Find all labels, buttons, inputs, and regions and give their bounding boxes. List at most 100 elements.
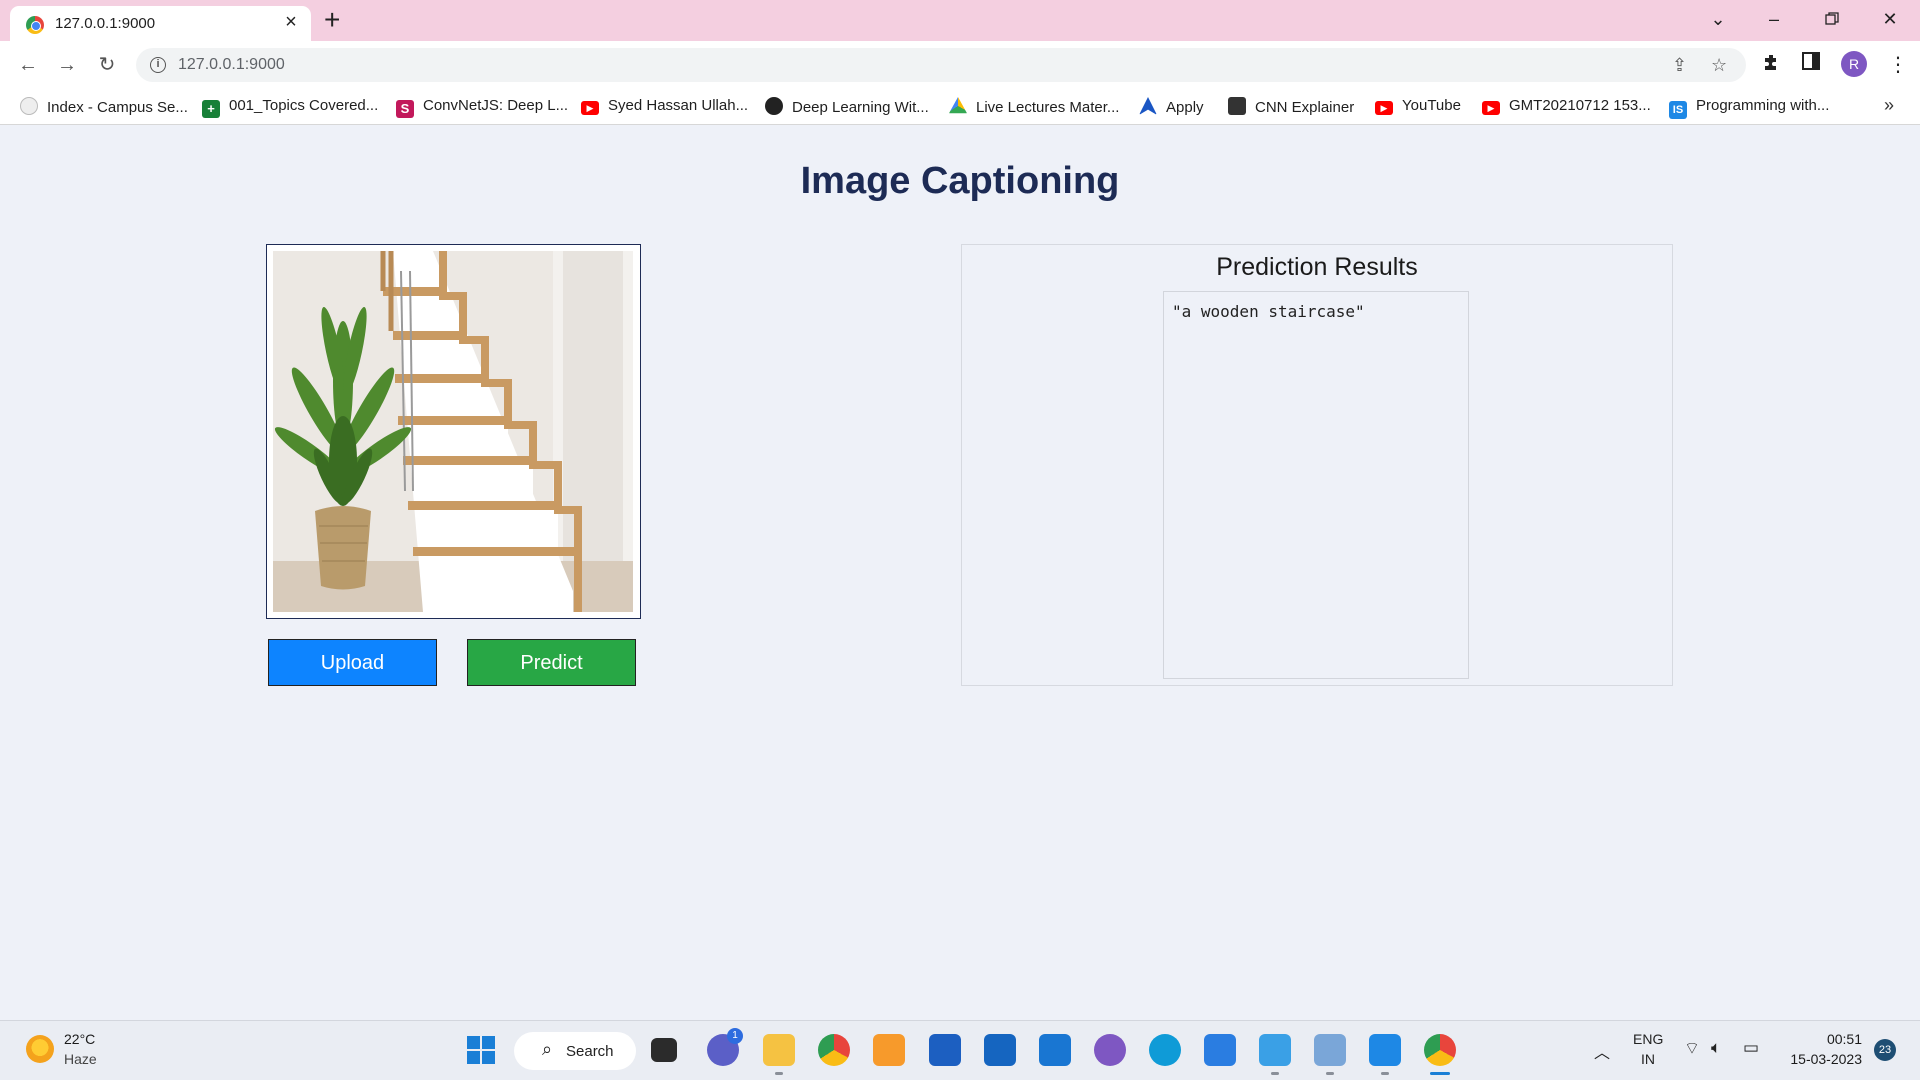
bookmark-item[interactable]: ▶ GMT20210712 153... [1482,97,1651,117]
vscode-icon[interactable] [1369,1034,1401,1066]
clock-date[interactable]: 15-03-2023 [1776,1051,1862,1067]
chat-badge: 1 [727,1028,743,1044]
uploaded-image-frame [266,244,641,619]
resource-monitor-icon[interactable] [1314,1034,1346,1066]
bookmark-item[interactable]: Deep Learning Wit... [765,97,929,117]
menu-kebab-icon[interactable]: ⋮ [1888,52,1908,77]
close-window-button[interactable]: ✕ [1862,0,1918,40]
reload-icon[interactable]: ↻ [93,51,121,79]
bookmark-label: Deep Learning Wit... [792,99,929,116]
taskbar-search[interactable]: ⌕ Search [514,1032,636,1070]
bookmark-label: Live Lectures Mater... [976,99,1120,116]
clock-time[interactable]: 00:51 [1810,1031,1862,1047]
running-indicator [1326,1072,1334,1075]
bookmark-label: Index - Campus Se... [47,99,188,116]
weather-temperature[interactable]: 22°C [64,1031,95,1047]
forward-icon[interactable]: → [53,51,81,79]
chrome-icon[interactable] [818,1034,850,1066]
page-title: Image Captioning [800,160,1120,202]
notepad-icon[interactable] [1259,1034,1291,1066]
extensions-icon[interactable] [1762,52,1782,78]
bookmark-star-icon[interactable]: ☆ [1711,55,1727,76]
show-hidden-icons-icon[interactable]: ︿ [1594,1039,1610,1063]
address-bar[interactable]: i 127.0.0.1:9000 ⇪ ☆ [136,48,1746,82]
cnn-explainer-icon [1228,97,1246,115]
tab-strip: 127.0.0.1:9000 × + ⌄ – ✕ [0,0,1920,41]
copilot-icon[interactable] [1094,1034,1126,1066]
minimize-button[interactable]: – [1746,0,1802,40]
wifi-icon[interactable]: ⌔ [1684,1038,1700,1059]
site-info-icon[interactable]: i [150,57,166,73]
tab-search-chevron-icon[interactable]: ⌄ [1690,0,1746,40]
photos-icon[interactable] [1204,1034,1236,1066]
staircase-image [273,251,633,612]
edge-icon[interactable] [1149,1034,1181,1066]
bookmarks-overflow-icon[interactable]: » [1884,95,1894,116]
active-indicator [1430,1072,1450,1075]
media-player-icon[interactable] [984,1034,1016,1066]
campus-icon [20,97,38,115]
bookmark-label: Apply [1166,99,1204,116]
bookmark-label: 001_Topics Covered... [229,97,379,114]
upload-button[interactable]: Upload [268,639,437,686]
bookmark-item[interactable]: Index - Campus Se... [20,97,188,117]
mail-icon[interactable] [1039,1034,1071,1066]
bookmark-item[interactable]: S ConvNetJS: Deep L... [396,97,568,118]
results-title: Prediction Results [1216,253,1418,281]
youtube-icon: ▶ [1482,101,1500,115]
bookmark-item[interactable]: Apply [1139,97,1204,117]
sheets-icon: + [202,100,220,118]
restore-button[interactable] [1804,0,1860,40]
prediction-output[interactable]: "a wooden staircase" [1163,291,1469,679]
address-url[interactable]: 127.0.0.1:9000 [178,56,285,74]
predict-button[interactable]: Predict [467,639,636,686]
taskbar: 22°C Haze ⌕ Search 1 ︿ ENG IN ⌔ 🔈︎ ▭ 00:… [0,1020,1920,1080]
bookmark-item[interactable]: Live Lectures Mater... [949,97,1119,117]
bookmark-label: YouTube [1402,97,1461,114]
new-tab-button[interactable]: + [324,4,340,36]
weather-haze-icon[interactable] [26,1035,54,1063]
side-panel-icon[interactable] [1802,52,1820,76]
tab-title: 127.0.0.1:9000 [55,15,156,32]
search-icon: ⌕ [542,1039,553,1059]
convnetjs-icon: S [396,100,414,118]
battery-icon[interactable]: ▭ [1743,1038,1759,1058]
bookmark-item[interactable]: ▶ YouTube [1375,97,1461,117]
file-explorer-icon[interactable] [763,1034,795,1066]
running-indicator [775,1072,783,1075]
bookmark-item[interactable]: CNN Explainer [1228,97,1354,117]
running-indicator [1271,1072,1279,1075]
tab-close-icon[interactable]: × [280,12,302,32]
chrome-profile-icon[interactable] [1424,1034,1456,1066]
bookmark-label: Syed Hassan Ullah... [608,97,749,114]
profile-avatar[interactable]: R [1841,51,1867,77]
google-drive-icon [949,97,967,114]
browser-tab[interactable]: 127.0.0.1:9000 × [10,6,311,41]
weather-description[interactable]: Haze [64,1051,97,1067]
bookmark-item[interactable]: +001_Topics Covered... [202,97,379,118]
tab-favicon-icon [26,16,44,34]
programming-icon: IS [1669,101,1687,119]
prediction-results-panel: Prediction Results "a wooden staircase" [961,244,1673,686]
language-bottom[interactable]: IN [1641,1051,1655,1067]
bookmark-item[interactable]: IS Programming with... [1669,97,1829,119]
bookmark-label: GMT20210712 153... [1509,97,1651,114]
start-icon[interactable] [465,1034,497,1066]
youtube-icon: ▶ [1375,101,1393,115]
youtube-icon: ▶ [581,101,599,115]
running-indicator [1381,1072,1389,1075]
notification-count[interactable]: 23 [1874,1039,1896,1061]
apply-icon [1139,97,1157,115]
share-icon[interactable]: ⇪ [1672,55,1687,76]
bookmarks-bar: Index - Campus Se... +001_Topics Covered… [0,89,1920,125]
language-top[interactable]: ENG [1633,1031,1663,1047]
vlc-like-app-icon[interactable] [873,1034,905,1066]
back-icon[interactable]: ← [14,51,42,79]
task-view-icon[interactable] [651,1038,677,1062]
teams-chat-icon[interactable]: 1 [707,1028,743,1066]
volume-icon[interactable]: 🔈︎ [1711,1038,1721,1058]
browser-toolbar: ← → ↻ i 127.0.0.1:9000 ⇪ ☆ R ⋮ [0,41,1920,89]
bookmark-item[interactable]: ▶ Syed Hassan Ullah... [581,97,748,117]
microsoft-store-icon[interactable] [929,1034,961,1066]
globe-icon [765,97,783,115]
